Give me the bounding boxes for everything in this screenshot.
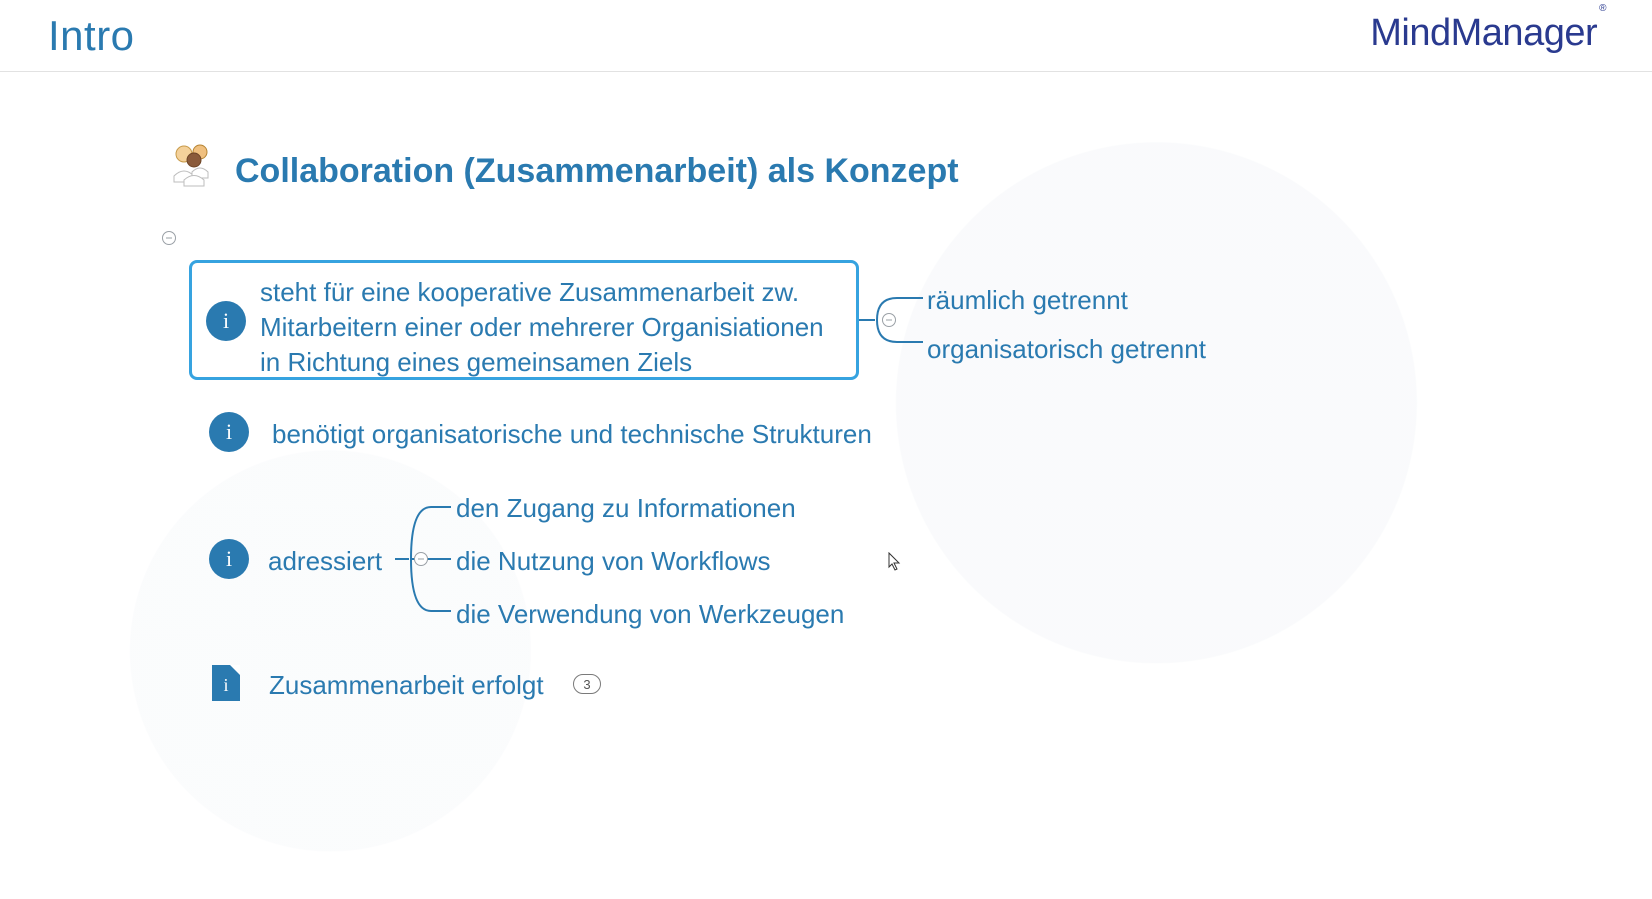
- mindmap-canvas[interactable]: Collaboration (Zusammenarbeit) als Konze…: [0, 72, 1652, 899]
- map-title[interactable]: Collaboration (Zusammenarbeit) als Konze…: [235, 152, 959, 191]
- subtopic-text[interactable]: die Verwendung von Werkzeugen: [456, 599, 844, 630]
- info-icon: i: [206, 301, 246, 341]
- collapse-toggle-node[interactable]: [882, 313, 896, 327]
- brand-logo: MindManager®: [1370, 12, 1604, 55]
- collapsed-count-badge[interactable]: 3: [573, 674, 601, 694]
- people-icon: [166, 140, 218, 192]
- subtopic-text[interactable]: organisatorisch getrennt: [927, 334, 1206, 365]
- info-icon: i: [209, 412, 249, 452]
- topic-text[interactable]: benötigt organisatorische und technische…: [272, 419, 872, 450]
- collapse-toggle-main[interactable]: [162, 231, 176, 245]
- mouse-cursor-icon: [888, 552, 902, 572]
- connector-bracket: [859, 285, 929, 365]
- topic-node-selected[interactable]: i steht für eine kooperative Zusammenarb…: [189, 260, 859, 380]
- topic-text[interactable]: adressiert: [268, 546, 382, 577]
- section-title: Intro: [48, 12, 135, 60]
- topic-text[interactable]: Zusammenarbeit erfolgt: [269, 670, 544, 701]
- collapse-toggle-node[interactable]: [414, 552, 428, 566]
- info-document-icon: i: [212, 665, 240, 701]
- subtopic-text[interactable]: räumlich getrennt: [927, 285, 1128, 316]
- topic-text: steht für eine kooperative Zusammenarbei…: [260, 275, 838, 380]
- info-icon: i: [209, 539, 249, 579]
- top-bar: Intro MindManager®: [0, 0, 1652, 72]
- subtopic-text[interactable]: die Nutzung von Workflows: [456, 546, 771, 577]
- subtopic-text[interactable]: den Zugang zu Informationen: [456, 493, 796, 524]
